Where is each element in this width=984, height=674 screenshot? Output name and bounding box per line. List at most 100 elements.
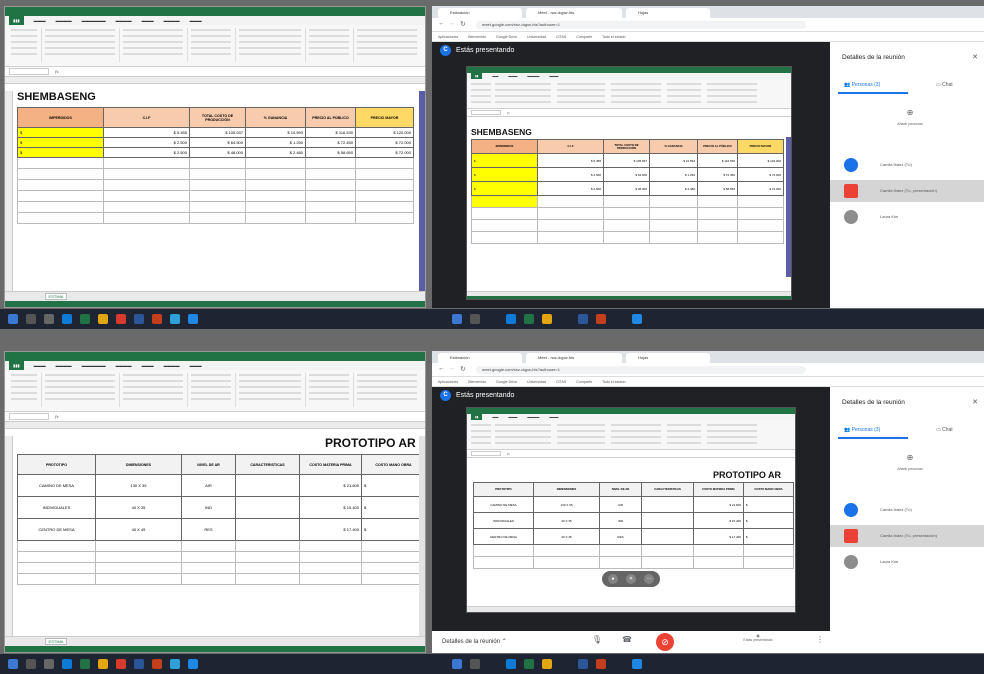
close-icon[interactable]: ✕ [972, 53, 978, 61]
number-group[interactable] [191, 29, 231, 57]
cells-group[interactable] [309, 29, 349, 57]
bookmark[interactable]: CITAS [556, 380, 566, 384]
app-icon[interactable] [170, 314, 180, 324]
bookmark[interactable]: Aplicaciones [438, 380, 458, 384]
browser-tab[interactable]: Meet - rwz-dqpw-hts [526, 8, 622, 18]
header-cell[interactable]: PRECIO MAYOR [355, 107, 414, 128]
table-cell[interactable]: $ 72.000 [355, 147, 414, 158]
table-cell[interactable]: $ [361, 496, 419, 519]
back-icon[interactable]: ← [438, 20, 445, 27]
app-icon[interactable] [116, 659, 126, 669]
bookmark[interactable]: Universidad [527, 35, 546, 39]
excel-icon[interactable] [80, 659, 90, 669]
end-call-icon[interactable]: ☎ [622, 635, 632, 644]
empty-row[interactable] [17, 179, 414, 191]
empty-row[interactable] [17, 540, 419, 552]
header-cell[interactable]: DIMENSIONES [95, 454, 182, 475]
tab-formulas[interactable]: ▬▬▬▬ [116, 363, 132, 368]
tab-insert[interactable]: ▬▬▬▬ [56, 363, 72, 368]
edge-icon[interactable] [506, 659, 516, 669]
mic-icon[interactable]: ● [608, 574, 618, 584]
task-view-icon[interactable] [44, 659, 54, 669]
bookmark[interactable]: CITAS [556, 35, 566, 39]
table-cell[interactable]: $ [361, 518, 419, 541]
forward-icon[interactable]: → [448, 365, 455, 372]
powerpoint-icon[interactable] [152, 659, 162, 669]
table-cell[interactable]: $ 10.593 [245, 127, 306, 138]
table-cell[interactable]: $ 48.000 [189, 147, 246, 158]
empty-row[interactable] [17, 212, 414, 224]
tab-formulas[interactable]: ▬▬▬▬ [116, 18, 132, 23]
tab-home[interactable]: ▬▬▬ [34, 18, 46, 23]
empty-row[interactable] [17, 573, 419, 585]
table-cell[interactable]: $ 2.500 [103, 137, 190, 148]
tab-page-layout[interactable]: ▬▬▬▬▬▬ [82, 363, 106, 368]
chrome-icon[interactable] [188, 314, 198, 324]
bookmark[interactable]: Todo el estado [602, 380, 625, 384]
vertical-scrollbar[interactable] [419, 91, 425, 291]
word-icon[interactable] [578, 659, 588, 669]
search-icon[interactable] [470, 659, 480, 669]
alignment-group[interactable] [123, 374, 183, 402]
number-group[interactable] [191, 374, 231, 402]
participant-item[interactable]: Camila Ibáez (Tú, presentación) [830, 180, 984, 202]
mute-icon[interactable]: ✕ [626, 574, 636, 584]
search-icon[interactable] [26, 314, 36, 324]
tab-review[interactable]: ▬▬▬▬ [164, 18, 180, 23]
tab-home[interactable]: ▬▬▬ [34, 363, 46, 368]
sheet-tab[interactable]: ESTIMA [45, 638, 67, 645]
header-cell[interactable]: % GANANCIA [245, 107, 306, 128]
add-person-icon[interactable]: ⊕ [902, 108, 918, 117]
start-icon[interactable] [452, 314, 462, 324]
table-cell[interactable]: $ [361, 474, 419, 497]
mic-icon[interactable]: 🎙 [592, 635, 602, 644]
address-bar[interactable]: meet.google.com/rwz-dqpw-hts?authuser=1 [476, 21, 806, 29]
tab-insert[interactable]: ▬▬▬▬ [56, 18, 72, 23]
edge-icon[interactable] [62, 659, 72, 669]
powerpoint-icon[interactable] [152, 314, 162, 324]
search-icon[interactable] [26, 659, 36, 669]
bookmark[interactable]: Google Drive [496, 35, 517, 39]
header-cell[interactable]: PROTOTIPO [17, 454, 96, 475]
styles-group[interactable] [239, 29, 301, 57]
table-cell[interactable]: $ 17.400 [299, 518, 362, 541]
tab-people[interactable]: 👥 Personas (3) [844, 427, 880, 433]
powerpoint-icon[interactable] [596, 314, 606, 324]
more-options-icon[interactable]: ⋮ [816, 635, 824, 644]
browser-tab[interactable]: Estimación [438, 8, 522, 18]
table-cell[interactable]: $ 64.500 [189, 137, 246, 148]
participant-item[interactable]: Camila Ibáez (Tú) [830, 499, 984, 521]
table-cell[interactable]: $ 116.530 [305, 127, 356, 138]
header-cell[interactable]: TOTAL COSTO DE PRODUCCIÓN [189, 107, 246, 128]
tab-view[interactable]: ▬▬▬ [190, 18, 202, 23]
table-cell[interactable]: $ [17, 147, 104, 158]
table-cell[interactable]: CAMINO DE MESA [17, 474, 96, 497]
browser-tab[interactable]: Hojas [626, 353, 710, 363]
word-icon[interactable] [578, 314, 588, 324]
table-cell[interactable]: $ 15.400 [299, 496, 362, 519]
app-icon[interactable] [170, 659, 180, 669]
cells-group[interactable] [309, 374, 349, 402]
bookmark[interactable]: Bienvenido [468, 35, 486, 39]
clipboard-group[interactable] [11, 374, 37, 402]
tab-data[interactable]: ▬▬▬ [142, 18, 154, 23]
table-cell[interactable] [235, 474, 300, 497]
tab-chat[interactable]: ▭ Chat [936, 82, 953, 88]
table-cell[interactable]: $ [17, 127, 104, 138]
word-icon[interactable] [134, 314, 144, 324]
tab-data[interactable]: ▬▬▬ [142, 363, 154, 368]
camera-off-button[interactable]: ⊘ [656, 633, 674, 651]
header-cell[interactable]: COSTO MATERIA PRIMA [299, 454, 362, 475]
table-cell[interactable]: IND [181, 496, 236, 519]
table-cell[interactable]: $ 72.450 [305, 137, 356, 148]
vertical-scrollbar[interactable] [419, 436, 425, 636]
app-icon[interactable] [116, 314, 126, 324]
table-cell[interactable]: $ 2.480 [245, 147, 306, 158]
add-people-label[interactable]: Añadir personas [890, 122, 930, 126]
header-cell[interactable]: IMPERDIDOS [17, 107, 104, 128]
table-cell[interactable]: INDIVIDUALES [17, 496, 96, 519]
search-icon[interactable] [470, 314, 480, 324]
empty-row[interactable] [17, 168, 414, 180]
folder-icon[interactable] [542, 314, 552, 324]
empty-row[interactable] [17, 562, 419, 574]
